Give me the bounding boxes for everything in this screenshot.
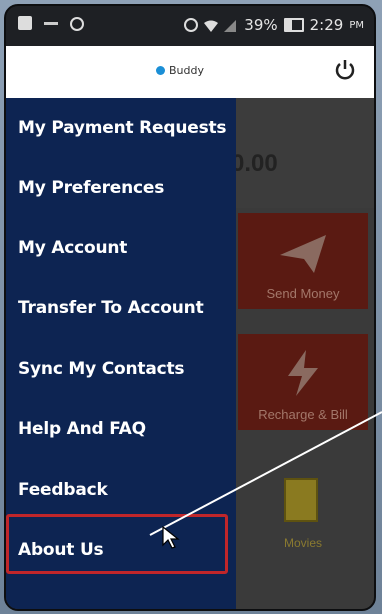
menu-item-sync-contacts[interactable]: Sync My Contacts bbox=[6, 339, 236, 399]
battery-percent: 39% bbox=[244, 16, 278, 34]
wifi-icon bbox=[204, 18, 219, 32]
status-bar: 39% 2:29 PM bbox=[6, 6, 374, 46]
alarm-icon bbox=[70, 17, 84, 31]
recharge-tile[interactable]: Recharge & Bill bbox=[238, 334, 368, 430]
signal-icon bbox=[224, 18, 238, 32]
recharge-label: Recharge & Bill bbox=[258, 407, 348, 422]
send-icon bbox=[280, 235, 326, 273]
movies-icon bbox=[284, 478, 318, 522]
movies-tile[interactable]: Movies bbox=[238, 454, 368, 564]
minus-icon bbox=[44, 22, 58, 25]
power-icon[interactable] bbox=[334, 58, 356, 80]
menu-item-account[interactable]: My Account bbox=[6, 218, 236, 278]
sync-icon bbox=[184, 18, 199, 32]
menu-item-payment-requests[interactable]: My Payment Requests bbox=[6, 98, 236, 158]
logo-text: Buddy bbox=[169, 64, 204, 77]
send-money-label: Send Money bbox=[266, 286, 340, 301]
app-logo: Buddy bbox=[156, 64, 204, 77]
send-money-tile[interactable]: Send Money bbox=[238, 213, 368, 309]
battery-icon bbox=[283, 18, 304, 32]
logo-icon bbox=[156, 66, 165, 75]
clock-period: PM bbox=[349, 19, 364, 31]
balance-value: 0.00 bbox=[231, 150, 278, 177]
mouse-cursor-icon bbox=[162, 525, 180, 554]
highlight-box bbox=[6, 514, 228, 574]
lightning-icon bbox=[288, 350, 318, 396]
app-bar: Buddy bbox=[6, 46, 374, 98]
menu-item-transfer[interactable]: Transfer To Account bbox=[6, 278, 236, 338]
clock: 2:29 bbox=[309, 16, 344, 34]
notification-icon bbox=[18, 16, 32, 30]
menu-item-feedback[interactable]: Feedback bbox=[6, 460, 236, 520]
menu-item-preferences[interactable]: My Preferences bbox=[6, 158, 236, 218]
movies-label: Movies bbox=[283, 536, 322, 550]
menu-item-help[interactable]: Help And FAQ bbox=[6, 399, 236, 459]
